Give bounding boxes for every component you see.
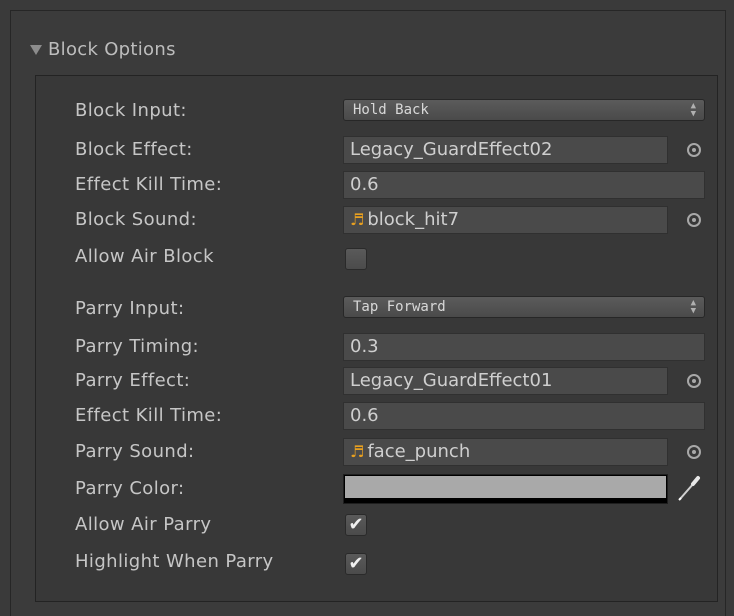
triangle-down-icon[interactable] — [30, 45, 42, 55]
checkmark-icon: ✔ — [348, 514, 364, 535]
block-input-label: Block Input: — [75, 100, 187, 121]
object-picker-icon[interactable] — [687, 143, 701, 157]
block-effect-field[interactable]: Legacy_GuardEffect02 — [343, 136, 668, 164]
parry-sound-value: face_punch — [367, 441, 471, 462]
dropdown-arrows-icon: ▲ ▼ — [690, 298, 696, 316]
block-kill-time-field[interactable]: 0.6 — [343, 171, 705, 199]
parry-input-dropdown[interactable]: Tap Forward ▲ ▼ — [343, 296, 705, 318]
block-sound-value: block_hit7 — [367, 209, 460, 230]
block-kill-time-label: Effect Kill Time: — [75, 174, 223, 195]
parry-effect-label: Parry Effect: — [75, 370, 191, 391]
object-picker-icon[interactable] — [687, 445, 701, 459]
parry-kill-time-value: 0.6 — [350, 405, 379, 426]
block-sound-field[interactable]: ♬ block_hit7 — [343, 206, 668, 234]
block-effect-label: Block Effect: — [75, 139, 193, 160]
parry-color-field[interactable] — [343, 474, 668, 504]
parry-input-label: Parry Input: — [75, 298, 185, 319]
allow-air-parry-checkbox[interactable]: ✔ — [345, 514, 367, 536]
parry-sound-field[interactable]: ♬ face_punch — [343, 438, 668, 466]
object-picker-icon[interactable] — [687, 374, 701, 388]
block-input-value: Hold Back — [353, 102, 429, 118]
parry-input-value: Tap Forward — [353, 299, 446, 315]
checkmark-icon: ✔ — [348, 553, 364, 574]
parry-timing-field[interactable]: 0.3 — [343, 333, 705, 361]
block-effect-value: Legacy_GuardEffect02 — [350, 139, 553, 160]
audio-clip-icon: ♬ — [350, 210, 365, 229]
allow-air-block-label: Allow Air Block — [75, 246, 214, 267]
parry-timing-value: 0.3 — [350, 336, 379, 357]
parry-color-label: Parry Color: — [75, 478, 185, 499]
parry-effect-field[interactable]: Legacy_GuardEffect01 — [343, 367, 668, 395]
dropdown-arrows-icon: ▲ ▼ — [690, 101, 696, 119]
parry-timing-label: Parry Timing: — [75, 336, 200, 357]
allow-air-parry-label: Allow Air Parry — [75, 514, 212, 535]
object-picker-icon[interactable] — [687, 213, 701, 227]
color-swatch — [345, 476, 666, 498]
block-options-foldout[interactable]: Block Options — [30, 37, 176, 61]
section-title: Block Options — [48, 38, 176, 60]
audio-clip-icon: ♬ — [350, 442, 365, 461]
eyedropper-icon[interactable] — [674, 474, 704, 504]
parry-sound-label: Parry Sound: — [75, 441, 195, 462]
highlight-when-parry-label: Highlight When Parry — [75, 551, 274, 572]
parry-kill-time-label: Effect Kill Time: — [75, 405, 223, 426]
block-kill-time-value: 0.6 — [350, 174, 379, 195]
highlight-when-parry-checkbox[interactable]: ✔ — [345, 553, 367, 575]
parry-effect-value: Legacy_GuardEffect01 — [350, 370, 553, 391]
block-sound-label: Block Sound: — [75, 209, 197, 230]
allow-air-block-checkbox[interactable] — [345, 248, 367, 270]
parry-kill-time-field[interactable]: 0.6 — [343, 402, 705, 430]
block-input-dropdown[interactable]: Hold Back ▲ ▼ — [343, 99, 705, 121]
